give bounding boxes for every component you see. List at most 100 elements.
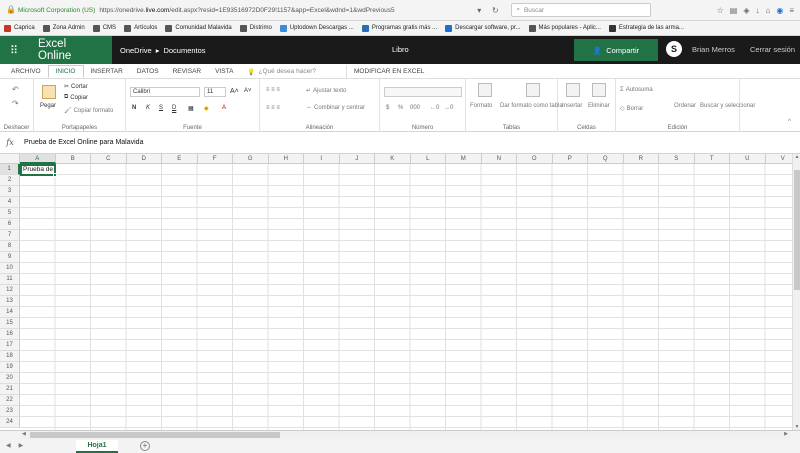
horizontal-scroll-thumb[interactable] (30, 432, 280, 438)
row-header[interactable]: 9 (0, 252, 20, 263)
number-format-select[interactable] (384, 87, 462, 97)
scroll-up-icon[interactable]: ▲ (793, 154, 800, 160)
column-header[interactable]: B (55, 154, 91, 164)
bookmark-item[interactable]: Uptodown Descargas ... (279, 24, 354, 32)
breadcrumb-documentos[interactable]: Documentos (163, 46, 205, 55)
row-header[interactable]: 20 (0, 373, 20, 384)
prev-sheet-icon[interactable]: ◀ (6, 442, 11, 449)
formula-input[interactable]: Prueba de Excel Online para Malavida (20, 139, 143, 146)
redo-icon[interactable]: ↷ (12, 99, 19, 108)
bookmark-item[interactable]: Descargar software, pr... (445, 24, 521, 32)
borders-icon[interactable]: ▦ (188, 105, 194, 112)
vertical-scroll-thumb[interactable] (794, 170, 800, 290)
format-painter-button[interactable]: 🖌 Copiar formato (64, 107, 113, 115)
column-header[interactable]: R (623, 154, 659, 164)
row-header[interactable]: 3 (0, 186, 20, 197)
column-header[interactable]: S (659, 154, 695, 164)
font-size-select[interactable]: 11 (204, 87, 226, 97)
wrap-text-button[interactable]: ↵ Ajustar texto (306, 87, 346, 95)
breadcrumb-onedrive[interactable]: OneDrive (120, 46, 152, 55)
column-header[interactable]: P (552, 154, 588, 164)
row-header[interactable]: 19 (0, 362, 20, 373)
bookmark-item[interactable]: Zona Admin (42, 24, 85, 32)
currency-button[interactable]: $ (386, 105, 389, 111)
select-all-corner[interactable] (0, 154, 20, 164)
undo-icon[interactable]: ↶ (12, 85, 19, 94)
increase-decimal-icon[interactable]: ←0 (430, 105, 439, 111)
bookmark-item[interactable]: Caprica (4, 24, 35, 32)
tab-insertar[interactable]: INSERTAR (84, 65, 130, 78)
italic-button[interactable]: K (146, 105, 150, 111)
insert-cells-icon[interactable] (566, 83, 580, 97)
column-header[interactable]: U (730, 154, 766, 164)
active-cell-a1[interactable]: Prueba de (20, 164, 57, 177)
scroll-left-icon[interactable]: ◀ (22, 431, 26, 437)
tab-inicio[interactable]: INICIO (47, 65, 84, 78)
copy-button[interactable]: ⧉ Copiar (64, 94, 88, 101)
align-top-icon[interactable]: ≡ ≡ ≡ (266, 87, 280, 93)
add-sheet-button[interactable]: + (140, 441, 150, 451)
collapse-ribbon-icon[interactable]: ^ (788, 119, 791, 125)
row-header[interactable]: 15 (0, 318, 20, 329)
column-header[interactable]: A (20, 154, 56, 164)
row-header[interactable]: 7 (0, 230, 20, 241)
address-input[interactable]: https://onedrive.live.com/edit.aspx?resi… (99, 7, 469, 14)
bookmark-item[interactable]: Más populares - Aplic... (528, 24, 601, 32)
row-header[interactable]: 14 (0, 307, 20, 318)
row-header[interactable]: 23 (0, 406, 20, 417)
column-header[interactable]: T (694, 154, 730, 164)
column-header[interactable]: I (304, 154, 340, 164)
column-header[interactable]: N (481, 154, 517, 164)
tab-revisar[interactable]: REVISAR (166, 65, 209, 78)
grow-font-button[interactable]: A˄ (230, 88, 239, 95)
reload-icon[interactable]: ↻ (489, 6, 501, 15)
column-header[interactable]: M (446, 154, 482, 164)
tab-datos[interactable]: DATOS (130, 65, 166, 78)
row-header[interactable]: 10 (0, 263, 20, 274)
row-header[interactable]: 6 (0, 219, 20, 230)
font-name-select[interactable]: Calibri (130, 87, 200, 97)
row-header[interactable]: 16 (0, 329, 20, 340)
bookmark-item[interactable]: Programas gratis más ... (361, 24, 437, 32)
fill-handle[interactable] (53, 173, 57, 177)
sync-icon[interactable]: ◉ (776, 6, 783, 15)
font-color-icon[interactable]: A (222, 105, 226, 111)
delete-cells-icon[interactable] (592, 83, 606, 97)
row-header[interactable]: 8 (0, 241, 20, 252)
fill-color-icon[interactable]: ◆ (204, 105, 209, 112)
row-header[interactable]: 5 (0, 208, 20, 219)
bookmark-item[interactable]: Distrimo (239, 24, 272, 32)
menu-icon[interactable]: ≡ (789, 6, 794, 15)
row-header[interactable]: 2 (0, 175, 20, 186)
document-title[interactable]: Libro (392, 45, 409, 54)
share-button[interactable]: 👤 Compartir (574, 39, 658, 61)
next-sheet-icon[interactable]: ▶ (19, 442, 24, 449)
merge-center-button[interactable]: ⇔ Combinar y centrar (306, 105, 365, 111)
decrease-decimal-icon[interactable]: →0 (444, 105, 453, 111)
column-header[interactable]: H (268, 154, 304, 164)
dropdown-arrow-icon[interactable]: ▾ (473, 6, 485, 15)
row-header[interactable]: 11 (0, 274, 20, 285)
row-header[interactable]: 17 (0, 340, 20, 351)
download-icon[interactable]: ↓ (756, 6, 760, 15)
pocket-icon[interactable]: ◈ (743, 6, 749, 15)
scroll-right-icon[interactable]: ▶ (784, 431, 788, 437)
bookmark-item[interactable]: Artículos (124, 24, 157, 32)
skype-icon[interactable]: S (666, 41, 682, 57)
function-icon[interactable]: fx (0, 138, 20, 147)
home-icon[interactable]: ⌂ (766, 6, 771, 15)
percent-button[interactable]: % (398, 105, 403, 111)
insert-button[interactable]: Insertar (562, 103, 582, 109)
column-header[interactable]: G (233, 154, 269, 164)
sort-button[interactable]: Ordenar (674, 103, 696, 109)
bold-button[interactable]: N (132, 105, 136, 111)
app-launcher-icon[interactable]: ⠿ (0, 36, 28, 64)
bookmark-item[interactable]: Estrategia de las arma... (608, 24, 684, 32)
user-name[interactable]: Brian Merros (692, 45, 735, 54)
thousands-button[interactable]: 000 (410, 105, 420, 111)
row-header[interactable]: 22 (0, 395, 20, 406)
format-as-table-button[interactable]: Dar formato como tabla (500, 103, 563, 109)
column-header[interactable]: C (91, 154, 127, 164)
row-header[interactable]: 18 (0, 351, 20, 362)
search-input[interactable]: ⌕ Buscar (511, 3, 652, 17)
